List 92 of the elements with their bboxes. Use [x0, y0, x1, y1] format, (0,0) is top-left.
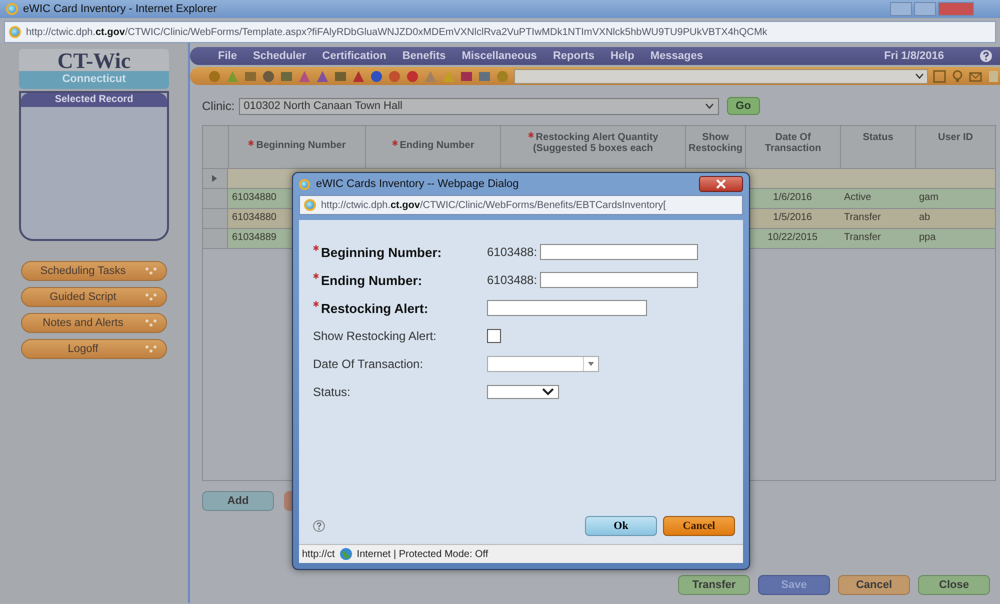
help-icon[interactable]: [980, 50, 992, 62]
field-label: Beginning Number:: [321, 244, 442, 260]
column-header: Beginning Number: [256, 140, 346, 151]
column-header: Date Of Transaction: [764, 132, 822, 154]
date-picker-field[interactable]: [487, 356, 599, 372]
close-button[interactable]: [699, 176, 743, 192]
table-cell: 61034880: [232, 192, 276, 203]
footer-button[interactable]: Transfer: [678, 575, 750, 595]
menu-item[interactable]: Benefits: [402, 50, 446, 62]
browser-icon: [304, 199, 316, 211]
menu-item[interactable]: Reports: [552, 50, 594, 62]
sidebar-item[interactable]: Logoff: [21, 339, 167, 359]
add-button[interactable]: Add: [202, 491, 274, 511]
window-title: eWIC Card Inventory - Internet Explorer: [23, 3, 218, 15]
column-header: Show Restocking: [688, 132, 742, 154]
address-bar[interactable]: http://ctwic.dph.ct.gov/CTWIC/Clinic/WebForms/Template.aspx?fiFAlyRDbGluaWNJZD0xMDEmVXNlclRva2VuPTIwMDk1NTImVXNlck5hbWU9TU9PUkVBTX4hQCMk: [4, 21, 996, 43]
address-bar[interactable]: http://ctwic.dph.ct.gov/CTWIC/Clinic/WebForms/Benefits/EBTCardsInventory[: [299, 195, 743, 215]
field-label: Ending Number:: [321, 272, 422, 288]
table-cell: 10/22/2015: [767, 232, 818, 243]
help-icon[interactable]: [313, 520, 325, 532]
field-label: Show Restocking Alert:: [313, 329, 436, 343]
chevron-down-icon: [915, 73, 924, 79]
menu-item[interactable]: Messages: [650, 50, 703, 62]
browser-icon: [9, 26, 21, 38]
table-cell: gam: [919, 192, 938, 203]
dots-icon: [144, 319, 158, 327]
sidebar-item[interactable]: Scheduling Tasks: [21, 261, 167, 281]
menu-item[interactable]: Certification: [322, 50, 386, 62]
input-field[interactable]: [540, 272, 698, 288]
dots-icon: [144, 293, 158, 301]
bulb-icon[interactable]: [951, 70, 964, 82]
go-button[interactable]: Go: [726, 97, 760, 115]
table-cell: 1/5/2016: [773, 212, 812, 223]
table-cell: ab: [919, 212, 930, 223]
sidebar-item[interactable]: Guided Script: [21, 287, 167, 307]
date-text: Fri 1/8/2016: [884, 50, 944, 62]
table-cell: Active: [844, 192, 872, 203]
address-text: http://ctwic.dph.ct.gov/CTWIC/Clinic/WebForms/Benefits/EBTCardsInventory[: [321, 200, 666, 210]
menu-item[interactable]: Help: [610, 50, 634, 62]
column-header: Restocking Alert Quantity (Suggested 5 boxes each: [532, 132, 658, 154]
field-label: Restocking Alert:: [321, 300, 428, 316]
column-header: Status: [862, 132, 894, 143]
window-controls-icon[interactable]: [890, 2, 974, 16]
checkbox[interactable]: [487, 329, 501, 343]
table-cell: Transfer: [844, 232, 881, 243]
status-dropdown[interactable]: [487, 385, 559, 399]
row-header[interactable]: [203, 169, 228, 188]
input-field[interactable]: [540, 244, 698, 260]
menu-item[interactable]: Miscellaneous: [462, 50, 537, 62]
field-label: Date Of Transaction:: [313, 357, 424, 371]
chevron-down-icon: [542, 388, 554, 396]
field-label: Status:: [313, 385, 350, 399]
logo-title: CT-Wic: [57, 49, 131, 73]
close-icon: [716, 179, 726, 189]
table-cell: 61034880: [232, 212, 276, 223]
dots-icon: [144, 345, 158, 353]
status-text: Internet | Protected Mode: Off: [356, 548, 488, 560]
ok-button[interactable]: Ok: [585, 516, 657, 536]
globe-icon: [338, 547, 353, 561]
table-cell: 61034889: [232, 232, 276, 243]
table-cell: Transfer: [844, 212, 881, 223]
toolbar-dropdown[interactable]: [514, 68, 928, 84]
table-cell: 1/6/2016: [773, 192, 812, 203]
number-prefix: 6103488:: [487, 245, 538, 259]
logo-subtitle: Connecticut: [62, 73, 126, 85]
column-header: User ID: [938, 132, 973, 143]
clinic-dropdown[interactable]: 010302 North Canaan Town Hall: [238, 98, 719, 114]
footer-button[interactable]: Cancel: [838, 575, 910, 595]
table-cell: ppa: [919, 232, 936, 243]
dialog-title: eWIC Cards Inventory -- Webpage Dialog: [316, 178, 520, 190]
address-text: http://ctwic.dph.ct.gov/CTWIC/Clinic/WebForms/Template.aspx?fiFAlyRDbGluaWNJZD0xMDEmVXNlclRva2VuPTIwMDk1NTImVXNlck5hbWU9TU9PUkVBTX4hQCMk: [26, 26, 768, 38]
dropdown-arrow-icon: [588, 362, 594, 366]
cancel-button[interactable]: Cancel: [663, 516, 735, 536]
column-header: Ending Number: [400, 140, 474, 151]
panel-title: Selected Record: [21, 93, 167, 107]
row-header[interactable]: [203, 209, 228, 228]
input-field[interactable]: [487, 300, 647, 316]
clinic-label: Clinic:: [202, 99, 235, 113]
row-header[interactable]: [203, 229, 228, 248]
menu-item[interactable]: Scheduler: [252, 50, 306, 62]
dots-icon: [144, 267, 158, 275]
chevron-down-icon: [704, 103, 714, 109]
number-prefix: 6103488:: [487, 273, 538, 287]
footer-button[interactable]: Close: [918, 575, 990, 595]
browser-icon: [6, 3, 18, 15]
sidebar-item[interactable]: Notes and Alerts: [21, 313, 167, 333]
row-header[interactable]: [203, 189, 228, 208]
menu-item[interactable]: File: [218, 50, 237, 62]
browser-icon: [299, 178, 310, 190]
mail-icon[interactable]: [969, 70, 982, 82]
row-pointer-icon: [212, 175, 217, 182]
status-url: http://ct: [302, 548, 335, 560]
